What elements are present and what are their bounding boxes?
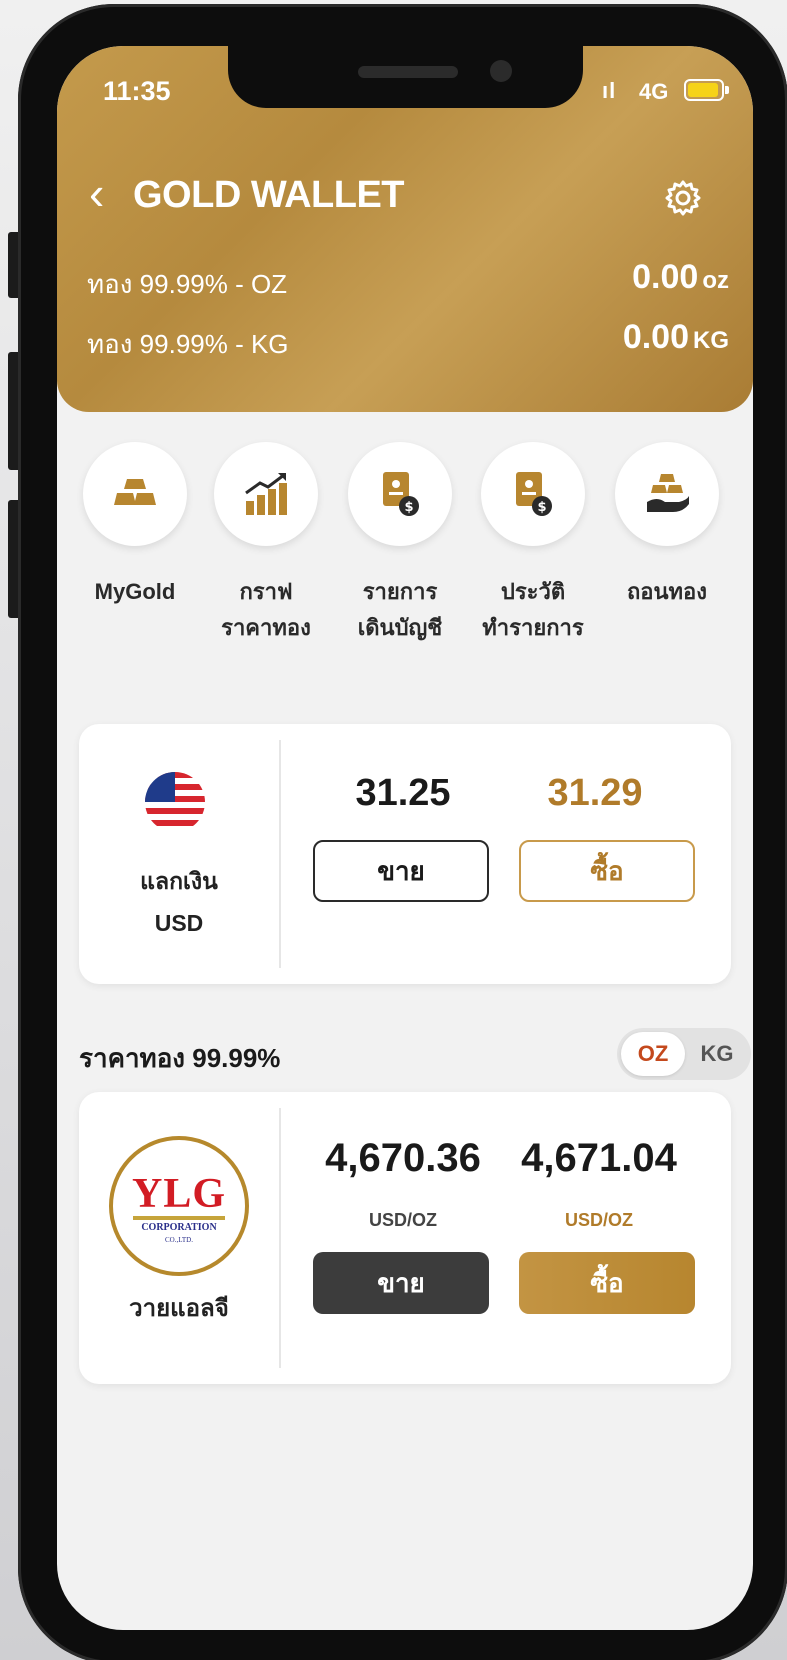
fx-label: แลกเงิน USD — [79, 860, 279, 944]
battery-tip — [725, 86, 729, 94]
logo-sub2: CO.,LTD. — [165, 1236, 193, 1244]
logo-bar — [133, 1216, 225, 1220]
camera — [490, 60, 512, 82]
holding-amount-oz: 0.00 — [632, 258, 699, 296]
phone-frame: 11:35 ıl 4G ‹ GOLD WALLET ทอง 99.99% - O… — [18, 4, 787, 1660]
gold-sell-price: 4,670.36 — [325, 1136, 481, 1180]
gold-buy-price: 4,671.04 — [521, 1136, 677, 1180]
svg-text:$: $ — [537, 500, 546, 515]
card-divider — [279, 1108, 281, 1368]
gold-buy-unit: USD/OZ — [564, 1210, 633, 1230]
us-flag-icon — [145, 772, 205, 832]
ylg-logo: YLG CORPORATION CO.,LTD. — [109, 1136, 249, 1276]
chart-icon — [214, 442, 318, 546]
menu-label-statement-1: รายการ — [362, 579, 438, 604]
menu-label-chart-2: ราคาทอง — [221, 615, 311, 640]
phone-notch — [228, 46, 583, 108]
holding-unit-kg: KG — [693, 327, 729, 354]
speaker — [358, 66, 458, 78]
menu-item-statement[interactable]: $ รายการเดินบัญชี — [344, 442, 456, 646]
fx-buy-button[interactable]: ซื้อ — [519, 840, 695, 902]
gold-bars-icon — [83, 442, 187, 546]
menu-label-history-1: ประวัติ — [500, 579, 566, 604]
fx-sell-price: 31.25 — [355, 772, 451, 814]
history-icon: $ — [481, 442, 585, 546]
network-type: 4G — [639, 79, 669, 104]
signal-icon: ıl — [602, 78, 617, 103]
menu-label-withdraw: ถอนทอง — [626, 579, 708, 604]
holding-label-kg: ทอง 99.99% - KG — [87, 329, 289, 359]
page-title: GOLD WALLET — [133, 174, 405, 216]
menu-item-mygold[interactable]: MyGold — [79, 442, 191, 610]
fx-label-1: แลกเงิน — [140, 868, 218, 894]
statement-icon: $ — [348, 442, 452, 546]
gold-sell-unit: USD/OZ — [368, 1210, 437, 1230]
holding-amount-kg: 0.00 — [622, 318, 689, 356]
menu-item-history[interactable]: $ ประวัติทำรายการ — [477, 442, 589, 646]
holding-unit-oz: oz — [702, 267, 729, 294]
menu-label-chart-1: กราฟ — [239, 579, 293, 604]
battery-icon — [684, 79, 724, 101]
holding-label-oz: ทอง 99.99% - OZ — [87, 269, 288, 299]
app-screen: 11:35 ıl 4G ‹ GOLD WALLET ทอง 99.99% - O… — [57, 46, 753, 1630]
menu-item-withdraw[interactable]: ถอนทอง — [611, 442, 723, 610]
withdraw-gold-icon — [615, 442, 719, 546]
status-time: 11:35 — [103, 76, 171, 106]
toggle-oz[interactable]: OZ — [621, 1032, 685, 1076]
unit-toggle[interactable]: OZ KG — [617, 1028, 751, 1080]
fx-sell-button[interactable]: ขาย — [313, 840, 489, 902]
holding-value-kg: 0.00 KG — [623, 318, 729, 357]
fx-card: แลกเงิน USD 31.25 31.29 ขาย ซื้อ — [79, 724, 731, 984]
toggle-kg[interactable]: KG — [687, 1032, 747, 1076]
gold-buy-button[interactable]: ซื้อ — [519, 1252, 695, 1314]
fx-label-2: USD — [154, 910, 204, 936]
logo-text: YLG — [131, 1171, 226, 1217]
gear-icon[interactable] — [663, 178, 703, 218]
logo-sub1: CORPORATION — [141, 1222, 217, 1233]
gold-sell-button[interactable]: ขาย — [313, 1252, 489, 1314]
card-divider — [279, 740, 281, 968]
menu-label-statement-2: เดินบัญชี — [357, 615, 443, 640]
menu-item-chart[interactable]: กราฟราคาทอง — [210, 442, 322, 646]
fx-buy-price: 31.29 — [547, 772, 643, 814]
gold-price-card: YLG CORPORATION CO.,LTD. วายแอลจี 4,670.… — [79, 1092, 731, 1384]
holding-value-oz: 0.00 oz — [632, 258, 729, 297]
gold-section-title: ราคาทอง 99.99% — [79, 1043, 281, 1073]
back-chevron-icon[interactable]: ‹ — [89, 170, 104, 216]
menu-label-mygold: MyGold — [94, 579, 176, 604]
svg-text:$: $ — [404, 500, 413, 515]
shop-name: วายแอลจี — [129, 1295, 229, 1322]
menu-label-history-2: ทำรายการ — [482, 615, 584, 640]
